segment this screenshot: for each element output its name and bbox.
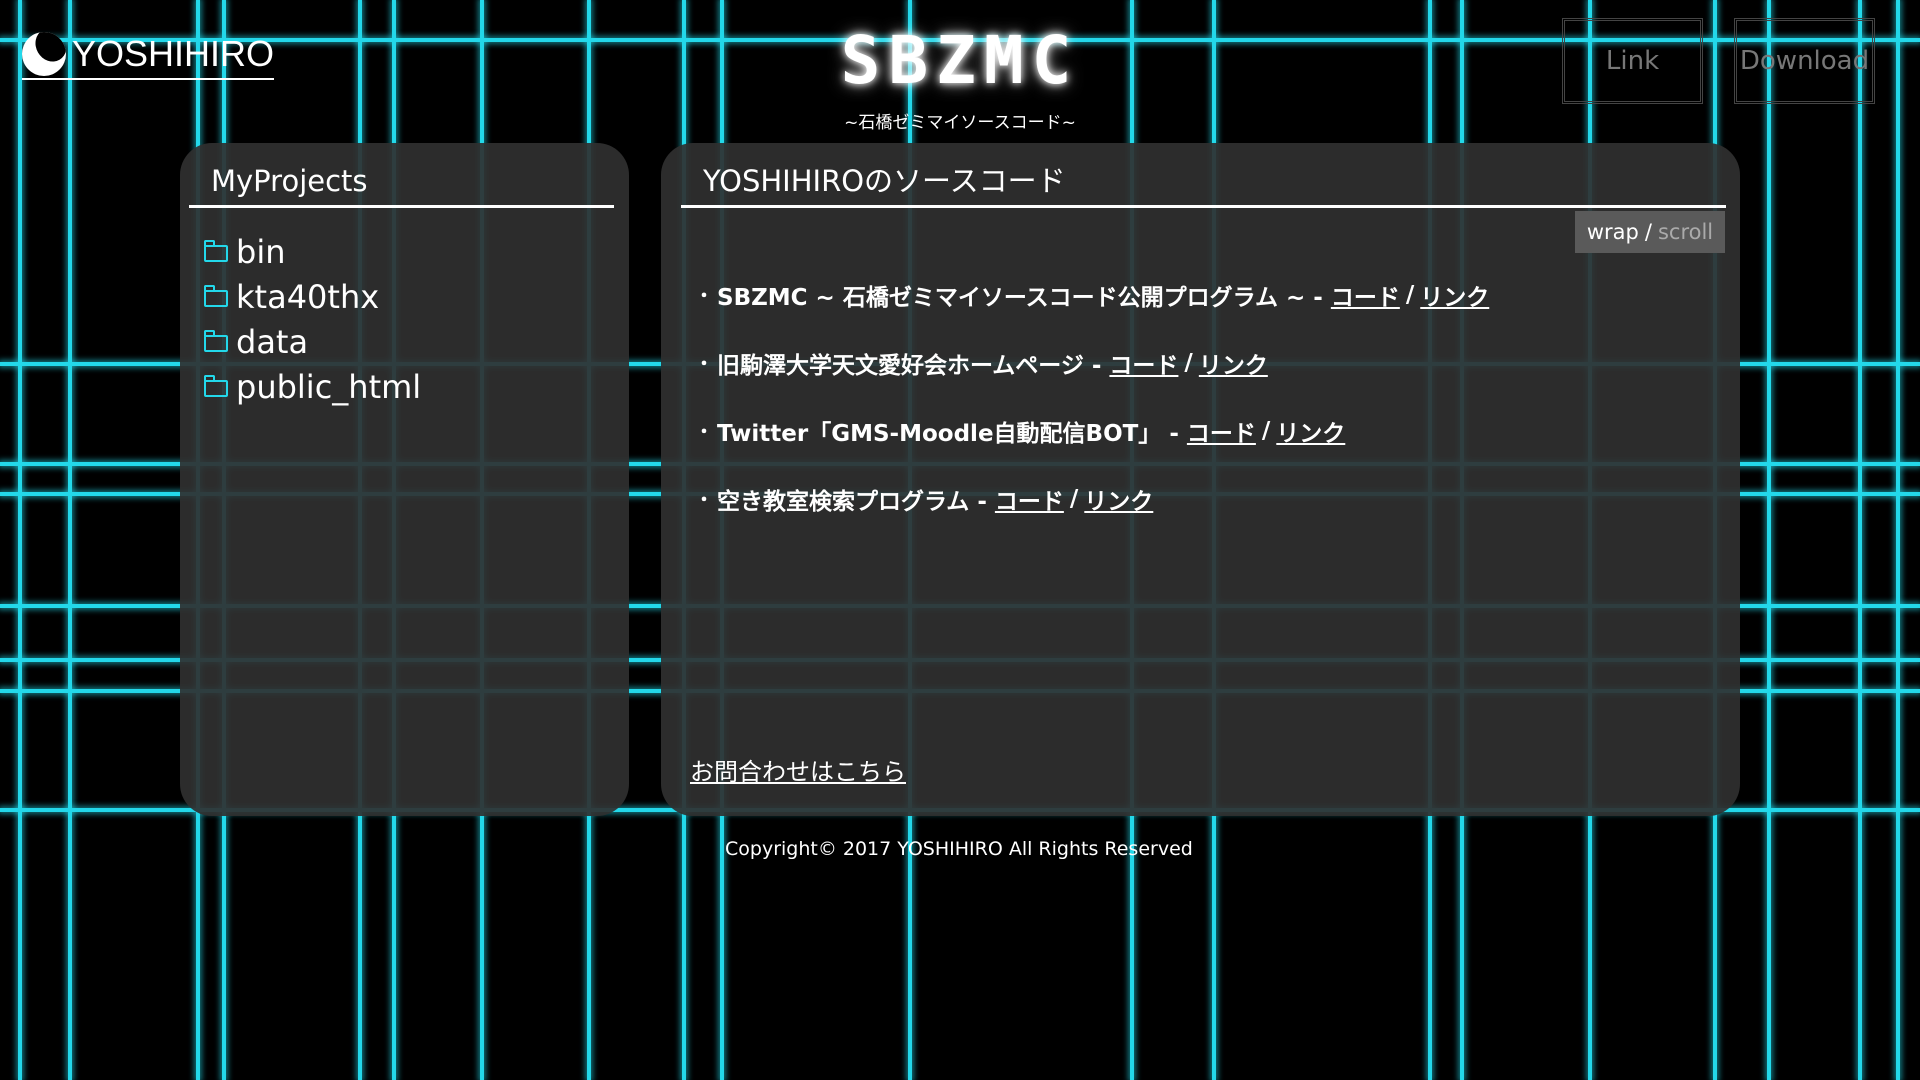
site-link[interactable]: リンク bbox=[1420, 278, 1489, 312]
contact-link[interactable]: お問合わせはこちら bbox=[690, 752, 906, 787]
folder-item-kta40thx[interactable]: kta40thx bbox=[204, 274, 421, 319]
folder-label: bin bbox=[236, 232, 286, 271]
project-title: 旧駒澤大学天文愛好会ホームページ - bbox=[717, 353, 1102, 379]
link-button[interactable]: Link bbox=[1562, 18, 1703, 104]
site-link[interactable]: リンク bbox=[1084, 482, 1153, 516]
bullet: ・ bbox=[695, 354, 713, 375]
project-title: 空き教室検索プログラム - bbox=[717, 489, 987, 515]
folder-list: bin kta40thx data public_html bbox=[204, 229, 421, 409]
folder-item-data[interactable]: data bbox=[204, 319, 421, 364]
code-link[interactable]: コード bbox=[1109, 346, 1178, 380]
project-item: ・ 旧駒澤大学天文愛好会ホームページ - コード / リンク bbox=[695, 329, 1489, 397]
site-link[interactable]: リンク bbox=[1276, 414, 1345, 448]
link-separator: / bbox=[1261, 418, 1271, 444]
code-link[interactable]: コード bbox=[1187, 414, 1256, 448]
wrap-scroll-toggle: wrap / scroll bbox=[1575, 211, 1725, 253]
folder-icon bbox=[204, 375, 228, 397]
project-item: ・ Twitter「GMS-Moodle自動配信BOT」 - コード / リンク bbox=[695, 397, 1489, 465]
copyright-footer: Copyright© 2017 YOSHIHIRO All Rights Res… bbox=[725, 838, 1193, 860]
folder-label: kta40thx bbox=[236, 277, 380, 316]
project-title: SBZMC ~ 石橋ゼミマイソースコード公開プログラム ~ - bbox=[717, 285, 1323, 311]
folder-icon bbox=[204, 285, 228, 307]
main-heading: YOSHIHIROのソースコード bbox=[681, 157, 1726, 208]
download-button[interactable]: Download bbox=[1734, 18, 1875, 104]
folder-label: public_html bbox=[236, 367, 422, 406]
site-subtitle: ~石橋ゼミマイソースコード~ bbox=[844, 113, 1076, 133]
code-link[interactable]: コード bbox=[995, 482, 1064, 516]
site-link[interactable]: リンク bbox=[1199, 346, 1268, 380]
folder-label: data bbox=[236, 322, 309, 361]
bullet: ・ bbox=[695, 422, 713, 443]
bullet: ・ bbox=[695, 286, 713, 307]
link-separator: / bbox=[1405, 282, 1415, 308]
folder-item-public-html[interactable]: public_html bbox=[204, 364, 421, 409]
bullet: ・ bbox=[695, 490, 713, 511]
scroll-option[interactable]: scroll bbox=[1658, 220, 1713, 244]
folder-icon bbox=[204, 240, 228, 262]
link-separator: / bbox=[1069, 486, 1079, 512]
project-item: ・ SBZMC ~ 石橋ゼミマイソースコード公開プログラム ~ - コード / … bbox=[695, 261, 1489, 329]
folder-item-bin[interactable]: bin bbox=[204, 229, 421, 274]
project-item: ・ 空き教室検索プログラム - コード / リンク bbox=[695, 465, 1489, 533]
project-title: Twitter「GMS-Moodle自動配信BOT」 - bbox=[717, 421, 1179, 447]
projects-sidebar: MyProjects bin kta40thx data public_html bbox=[180, 143, 629, 816]
source-code-panel: YOSHIHIROのソースコード wrap / scroll ・ SBZMC ~… bbox=[661, 143, 1740, 816]
wrap-option[interactable]: wrap bbox=[1587, 220, 1639, 244]
code-link[interactable]: コード bbox=[1331, 278, 1400, 312]
sidebar-heading: MyProjects bbox=[189, 157, 614, 208]
link-separator: / bbox=[1184, 350, 1193, 376]
folder-icon bbox=[204, 330, 228, 352]
toggle-separator: / bbox=[1644, 220, 1652, 244]
project-list: ・ SBZMC ~ 石橋ゼミマイソースコード公開プログラム ~ - コード / … bbox=[695, 261, 1489, 533]
